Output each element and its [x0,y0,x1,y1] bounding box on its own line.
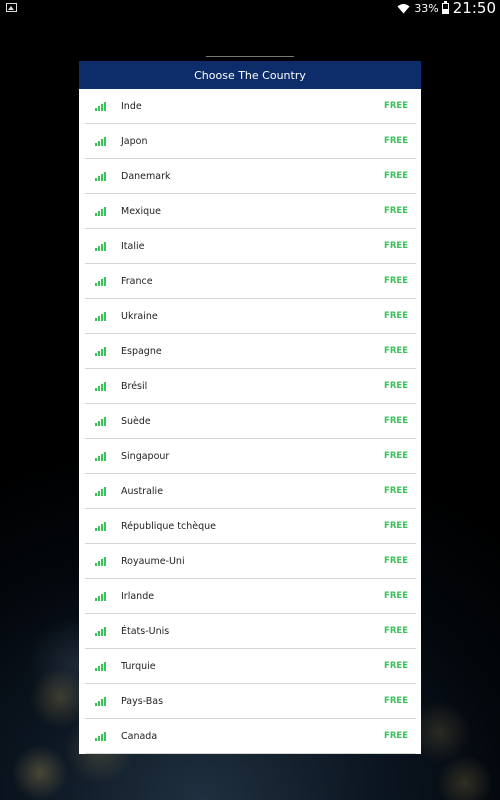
signal-strength-icon [95,206,107,216]
country-name: Australie [121,485,164,497]
country-row[interactable]: Japon FREE [85,124,416,159]
signal-strength-icon [95,136,107,146]
signal-strength-icon [95,101,107,111]
country-row[interactable]: États-Unis FREE [85,614,416,649]
country-name: Danemark [121,170,171,182]
country-name: Canada [121,730,158,742]
free-badge: FREE [384,556,408,566]
signal-strength-icon [95,556,107,566]
country-row[interactable]: Turquie FREE [85,649,416,684]
country-row[interactable]: Ukraine FREE [85,299,416,334]
country-row[interactable]: Singapour FREE [85,439,416,474]
country-name: Japon [121,135,148,147]
signal-strength-icon [95,626,107,636]
country-name: France [121,275,153,287]
wifi-icon [397,3,410,13]
country-row[interactable]: Italie FREE [85,229,416,264]
country-name: Espagne [121,345,162,357]
free-badge: FREE [384,661,408,671]
country-row[interactable]: Espagne FREE [85,334,416,369]
signal-strength-icon [95,696,107,706]
free-badge: FREE [384,381,408,391]
signal-strength-icon [95,276,107,286]
country-chooser-dialog: Choose The Country Inde FREE Japon FREE Dane… [79,61,421,754]
free-badge: FREE [384,521,408,531]
country-name: Brésil [121,380,148,392]
country-name: République tchèque [121,520,217,532]
country-list[interactable]: Inde FREE Japon FREE Danemark FREE Mexique FREE… [79,89,421,754]
country-name: États-Unis [121,625,170,637]
country-name: Royaume-Uni [121,555,185,567]
signal-strength-icon [95,521,107,531]
country-row[interactable]: Suède FREE [85,404,416,439]
country-row[interactable]: Australie FREE [85,474,416,509]
dialog-title: Choose The Country [194,68,306,82]
free-badge: FREE [384,731,408,741]
free-badge: FREE [384,451,408,461]
signal-strength-icon [95,731,107,741]
free-badge: FREE [384,136,408,146]
country-row[interactable]: Mexique FREE [85,194,416,229]
signal-strength-icon [95,346,107,356]
free-badge: FREE [384,626,408,636]
status-indicators: 33% 21:50 [397,0,496,17]
free-badge: FREE [384,311,408,321]
country-row[interactable]: Pays-Bas FREE [85,684,416,719]
country-row[interactable]: Irlande FREE [85,579,416,614]
country-name: Irlande [121,590,155,602]
free-badge: FREE [384,346,408,356]
status-bar: 33% 21:50 [0,0,500,17]
free-badge: FREE [384,416,408,426]
country-row[interactable]: Brésil FREE [85,369,416,404]
country-name: Inde [121,100,142,112]
country-row[interactable]: République tchèque FREE [85,509,416,544]
country-row[interactable]: Inde FREE [85,89,416,124]
country-name: Turquie [121,660,156,672]
country-name: Singapour [121,450,170,462]
signal-strength-icon [95,451,107,461]
signal-strength-icon [95,486,107,496]
gallery-icon [6,3,17,12]
signal-strength-icon [95,416,107,426]
free-badge: FREE [384,486,408,496]
country-row[interactable]: Danemark FREE [85,159,416,194]
battery-percentage: 33% [414,1,439,15]
country-row[interactable]: Canada FREE [85,719,416,754]
signal-strength-icon [95,241,107,251]
free-badge: FREE [384,276,408,286]
country-name: Suède [121,415,151,427]
country-row[interactable]: Royaume-Uni FREE [85,544,416,579]
free-badge: FREE [384,206,408,216]
dialog-header: Choose The Country [79,61,421,89]
country-row[interactable]: France FREE [85,264,416,299]
free-badge: FREE [384,241,408,251]
free-badge: FREE [384,591,408,601]
free-badge: FREE [384,696,408,706]
battery-icon [441,0,449,14]
signal-strength-icon [95,171,107,181]
country-name: Mexique [121,205,162,217]
free-badge: FREE [384,171,408,181]
signal-strength-icon [95,311,107,321]
country-name: Italie [121,240,145,252]
country-name: Pays-Bas [121,695,164,707]
signal-strength-icon [95,381,107,391]
status-clock: 21:50 [452,0,496,17]
signal-strength-icon [95,661,107,671]
signal-strength-icon [95,591,107,601]
free-badge: FREE [384,101,408,111]
country-name: Ukraine [121,310,158,322]
